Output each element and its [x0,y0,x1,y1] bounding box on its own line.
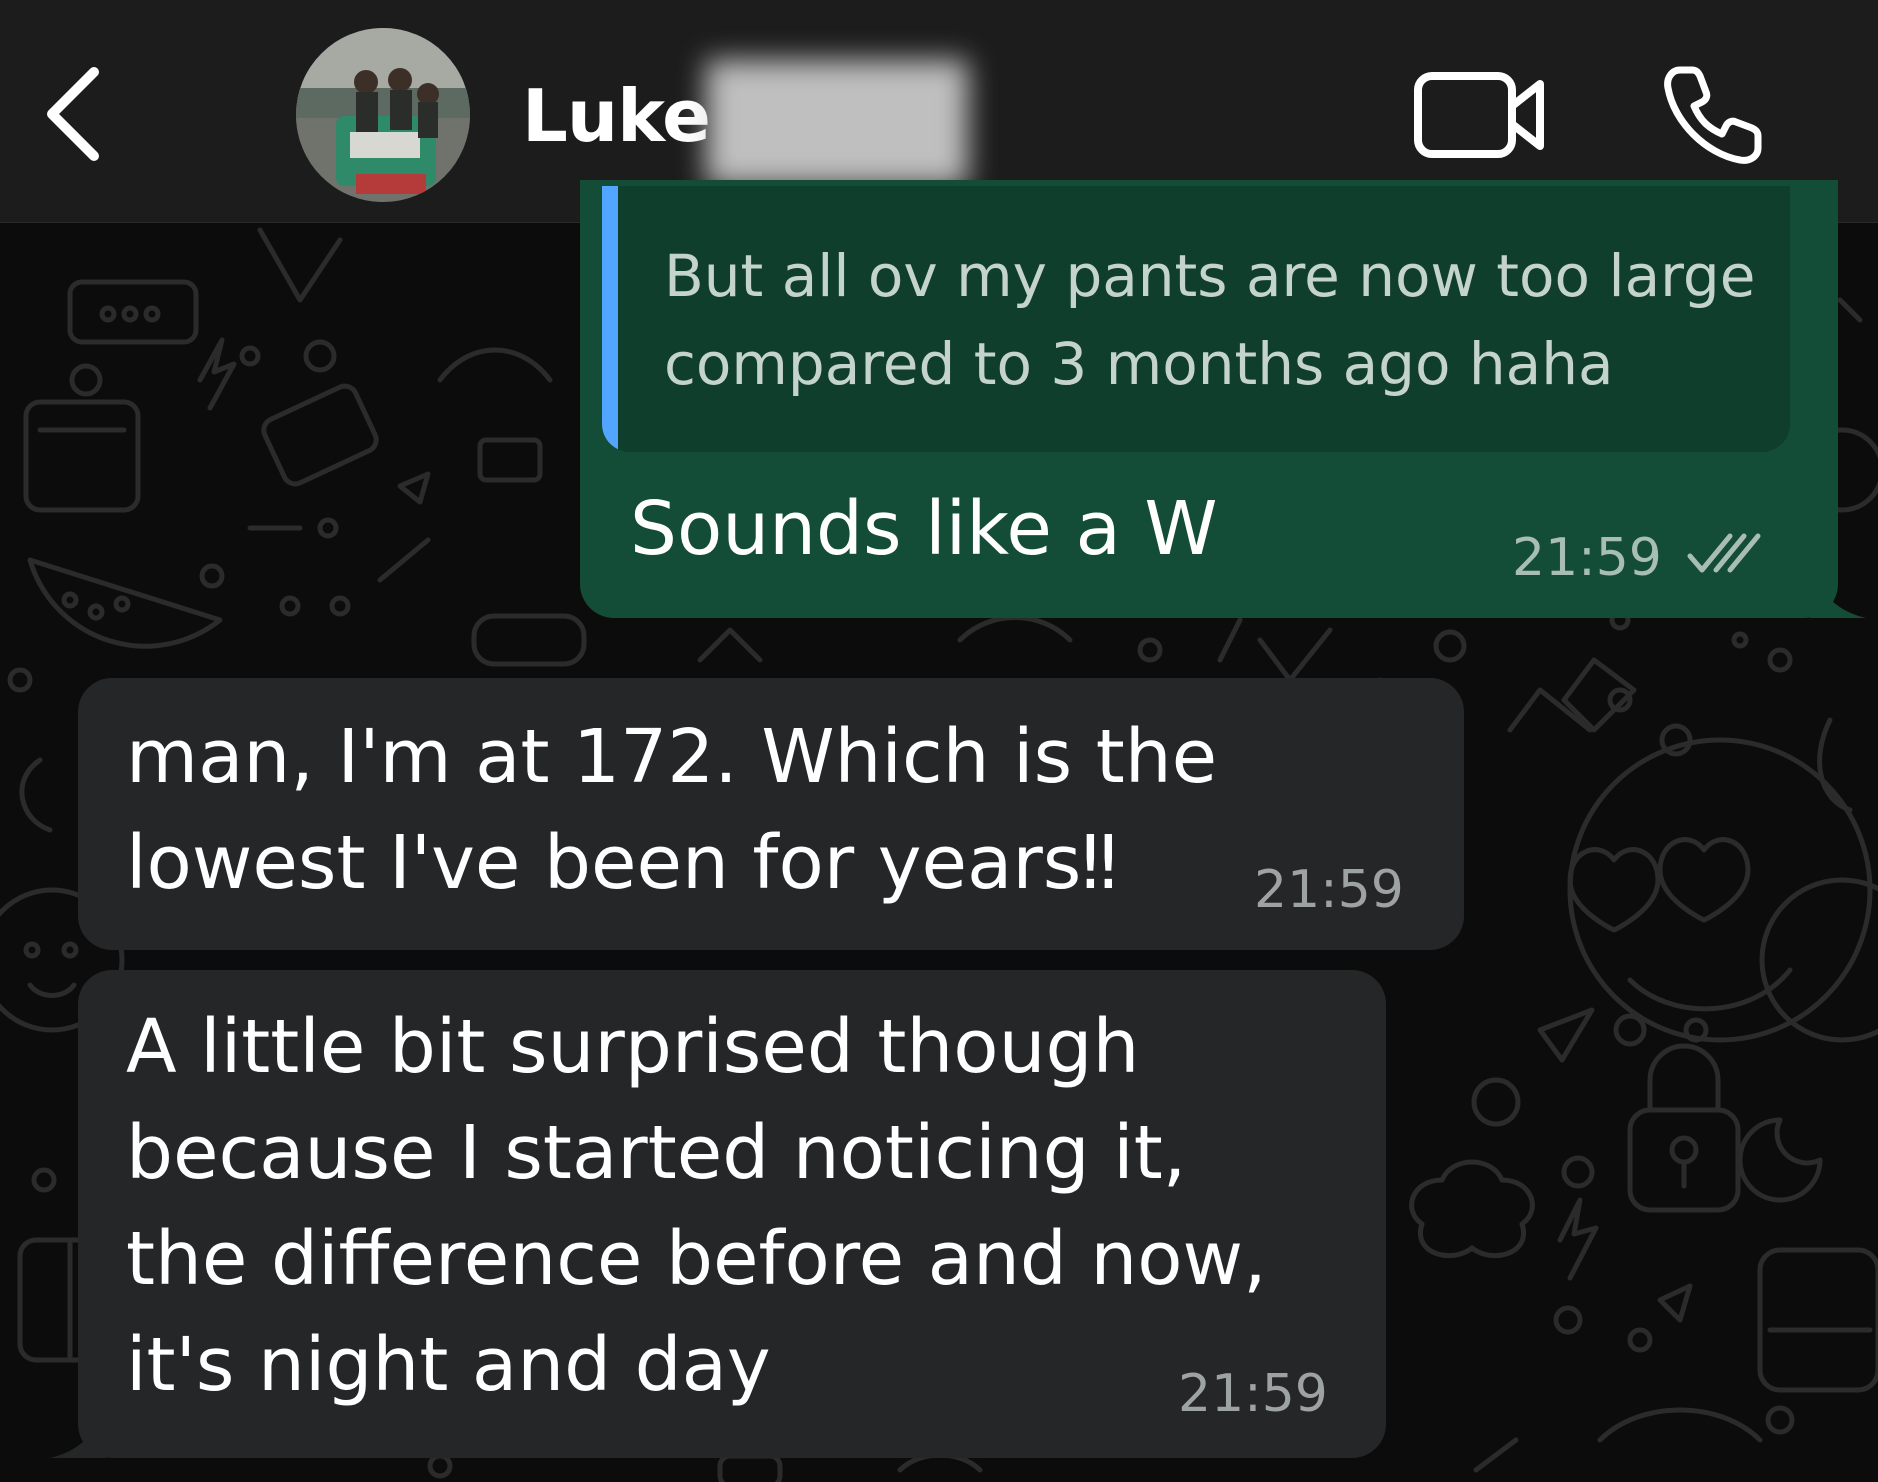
contact-photo [296,28,470,202]
message-text-line: it's night and day [126,1322,771,1408]
chat-screen: Luke But all ov my pants are now too lar… [0,0,1878,1482]
message-text-line: because I started noticing it, [126,1110,1187,1196]
voice-call-button[interactable] [1660,62,1766,168]
video-camera-icon [1414,72,1544,158]
video-call-button[interactable] [1412,66,1548,162]
phone-icon [1664,66,1762,164]
redacted-name-blur [706,60,968,186]
contact-name[interactable]: Luke [522,74,711,158]
quote-accent-bar [602,186,618,452]
message-time: 21:59 [1512,528,1662,588]
message-text-line: man, I'm at 172. Which is the [126,714,1218,800]
message-time: 21:59 [1254,860,1404,920]
message-text-line: lowest I've been for years‼ [126,820,1118,906]
message-text-line: the difference before and now, [126,1216,1267,1302]
chevron-left-icon [47,67,99,161]
quoted-message[interactable]: But all ov my pants are now too large co… [602,186,1790,452]
back-button[interactable] [38,62,110,166]
quoted-message-text: But all ov my pants are now too large co… [664,242,1756,398]
message-text: Sounds like a W [630,486,1218,572]
bubble-tail [1810,566,1866,618]
bubble-tail [50,1406,106,1458]
double-check-icon [1687,533,1761,573]
message-text-line: A little bit surprised though [126,1004,1140,1090]
avatar[interactable] [296,28,470,202]
message-time: 21:59 [1178,1364,1328,1424]
